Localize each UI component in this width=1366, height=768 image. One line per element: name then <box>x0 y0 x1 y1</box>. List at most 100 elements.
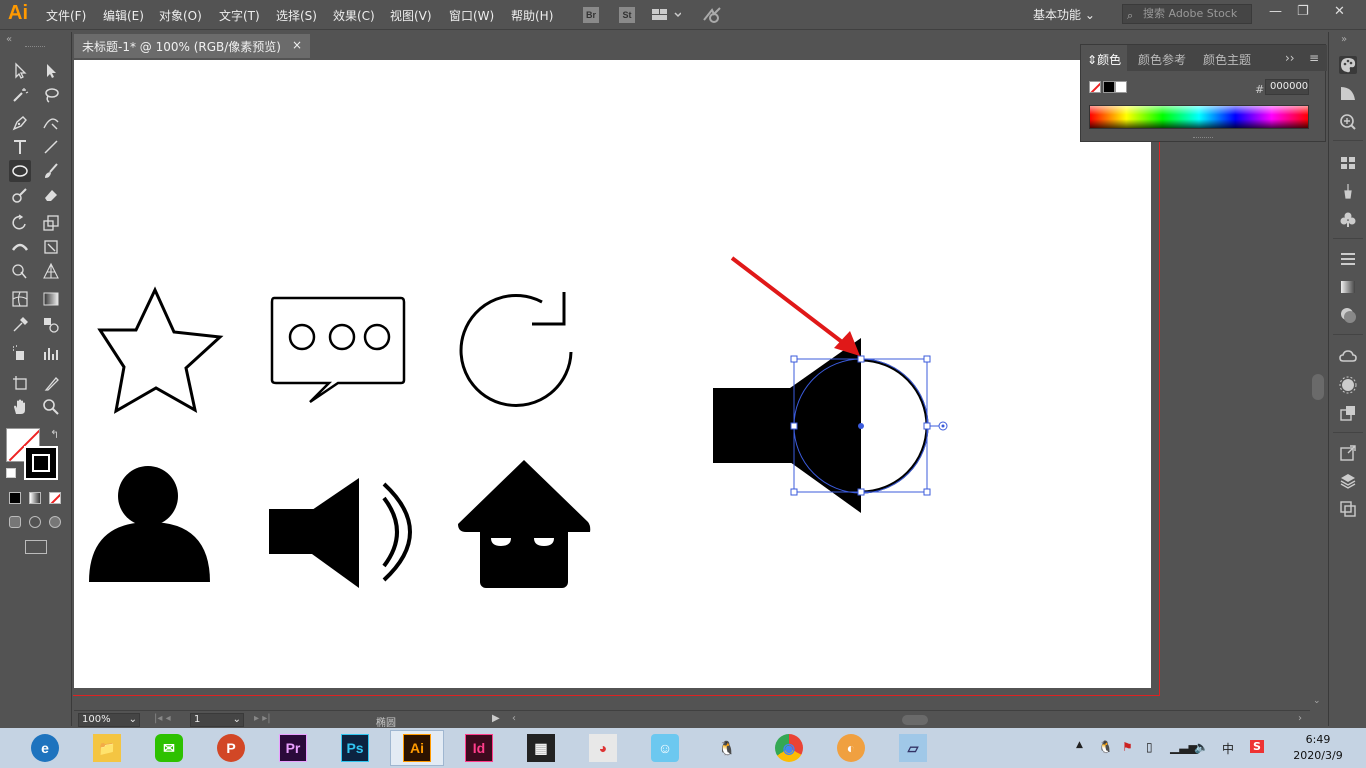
vertical-scrollbar[interactable]: ⌄ <box>1310 58 1326 710</box>
taskbar-indesign[interactable]: Id <box>452 730 506 766</box>
tray-flag-icon[interactable]: ⚑ <box>1122 740 1133 754</box>
pen-tool-icon[interactable] <box>9 112 31 134</box>
draw-normal-icon[interactable] <box>9 516 21 528</box>
gradient-panel-icon[interactable] <box>1339 278 1357 296</box>
vertical-scroll-thumb[interactable] <box>1312 374 1324 400</box>
tray-expand-icon[interactable]: ▲ <box>1076 740 1083 750</box>
zoom-select[interactable]: 100% ⌄ <box>78 713 140 727</box>
menu-object[interactable]: 对象(O) <box>159 7 202 24</box>
swap-fill-stroke-icon[interactable]: ↰ <box>50 428 59 441</box>
toolbox-grip[interactable] <box>25 46 45 48</box>
artboards-panel-icon[interactable] <box>1339 500 1357 518</box>
horizontal-scrollbar[interactable]: ‹ › <box>512 713 1302 727</box>
tray-sogou-icon[interactable]: S <box>1250 740 1264 753</box>
eraser-tool-icon[interactable] <box>40 184 62 206</box>
taskbar-chrome[interactable]: ◉ <box>762 730 816 766</box>
selection-tool-icon[interactable] <box>9 60 31 82</box>
color-guide-icon[interactable] <box>1339 84 1357 102</box>
tray-ime-icon[interactable]: 中 <box>1222 740 1234 757</box>
line-tool-icon[interactable] <box>40 136 62 158</box>
taskbar-tool3[interactable]: ◐ <box>824 730 878 766</box>
ellipse-tool-icon[interactable] <box>9 160 31 182</box>
swatches-icon[interactable] <box>1339 154 1357 172</box>
panel-expand-icon[interactable]: ›› <box>1285 51 1295 65</box>
taskbar-wechat[interactable]: ✉ <box>142 730 196 766</box>
panel-resize-grip[interactable] <box>1193 137 1213 138</box>
scroll-left-icon[interactable]: ‹ <box>512 713 516 724</box>
taskbar-photoshop[interactable]: Ps <box>328 730 382 766</box>
rotate-tool-icon[interactable] <box>9 212 31 234</box>
menu-edit[interactable]: 编辑(E) <box>103 7 144 24</box>
none-mode-icon[interactable] <box>49 492 61 504</box>
menu-file[interactable]: 文件(F) <box>46 7 86 24</box>
eyedropper-tool-icon[interactable] <box>9 314 31 336</box>
layers-icon[interactable] <box>1339 472 1357 490</box>
width-tool-icon[interactable] <box>9 236 31 258</box>
taskbar-premiere[interactable]: Pr <box>266 730 320 766</box>
taskbar-edge[interactable]: e <box>18 730 72 766</box>
panel-menu-icon[interactable]: ≡ <box>1309 51 1319 65</box>
symbols-icon[interactable] <box>1339 210 1357 228</box>
paintbrush-tool-icon[interactable] <box>40 160 62 182</box>
screen-mode-icon[interactable] <box>25 540 47 554</box>
menu-type[interactable]: 文字(T) <box>219 7 260 24</box>
color-spectrum[interactable] <box>1089 105 1309 129</box>
workspace-switcher[interactable]: 基本功能 ⌄ <box>1033 6 1095 23</box>
taskbar-illustrator[interactable]: Ai <box>390 730 444 766</box>
document-close-icon[interactable]: × <box>292 38 302 52</box>
tab-color[interactable]: ⇕颜色 <box>1087 51 1121 68</box>
color-black-swatch[interactable] <box>1103 81 1115 93</box>
scale-tool-icon[interactable] <box>40 212 62 234</box>
tray-device-icon[interactable]: ▯ <box>1146 740 1153 754</box>
artboard-nav-next-last-icon[interactable]: ▸ ▸| <box>254 713 271 724</box>
scroll-down-icon[interactable]: ⌄ <box>1313 696 1321 706</box>
tray-volume-icon[interactable]: 🔈 <box>1194 740 1209 754</box>
export-assets-icon[interactable] <box>1339 444 1357 462</box>
lasso-tool-icon[interactable] <box>40 84 62 106</box>
color-panel-icon[interactable] <box>1339 56 1357 74</box>
dock-collapse-icon[interactable]: » <box>1341 34 1347 45</box>
magic-wand-tool-icon[interactable] <box>9 84 31 106</box>
document-tab[interactable]: 未标题-1* @ 100% (RGB/像素预览) × <box>74 34 310 58</box>
taskbar-explorer[interactable]: 📁 <box>80 730 134 766</box>
hex-input[interactable]: 000000 <box>1265 79 1309 95</box>
graphic-styles-icon[interactable] <box>1339 404 1357 422</box>
taskbar-powerpoint[interactable]: P <box>204 730 258 766</box>
horizontal-scroll-thumb[interactable] <box>902 715 928 725</box>
blend-tool-icon[interactable] <box>40 314 62 336</box>
tab-color-guide[interactable]: 颜色参考 <box>1138 51 1186 68</box>
menu-window[interactable]: 窗口(W) <box>449 7 494 24</box>
shaper-tool-icon[interactable] <box>9 184 31 206</box>
menu-select[interactable]: 选择(S) <box>276 7 317 24</box>
zoom-tool-icon[interactable] <box>40 396 62 418</box>
mesh-tool-icon[interactable] <box>9 288 31 310</box>
gradient-mode-icon[interactable] <box>29 492 41 504</box>
close-button[interactable]: ✕ <box>1334 4 1345 19</box>
gpu-performance-icon[interactable] <box>702 6 722 27</box>
menu-help[interactable]: 帮助(H) <box>511 7 553 24</box>
toolbox-collapse-icon[interactable]: « <box>6 34 12 45</box>
color-mode-icon[interactable] <box>9 492 21 504</box>
system-clock[interactable]: 6:49 2020/3/9 <box>1290 732 1346 764</box>
hand-tool-icon[interactable] <box>9 396 31 418</box>
artboard-tool-icon[interactable] <box>9 372 31 394</box>
brushes-icon[interactable] <box>1339 182 1357 200</box>
arrange-documents-icon[interactable] <box>651 7 682 26</box>
taskbar-video[interactable]: ▦ <box>514 730 568 766</box>
column-graph-tool-icon[interactable] <box>40 342 62 364</box>
status-menu-icon[interactable]: ▶ <box>492 713 500 724</box>
restore-button[interactable]: ❐ <box>1297 4 1309 19</box>
perspective-grid-tool-icon[interactable] <box>40 260 62 282</box>
artboard-nav-first-prev-icon[interactable]: |◂ ◂ <box>154 713 171 724</box>
cc-libraries-icon[interactable] <box>1339 348 1357 366</box>
color-none-swatch[interactable] <box>1089 81 1101 93</box>
draw-inside-icon[interactable] <box>49 516 61 528</box>
curvature-tool-icon[interactable] <box>40 112 62 134</box>
canvas-area[interactable] <box>73 58 1310 710</box>
stock-search-input[interactable]: ⌕ 搜索 Adobe Stock <box>1122 4 1252 24</box>
draw-behind-icon[interactable] <box>29 516 41 528</box>
shape-builder-tool-icon[interactable] <box>9 260 31 282</box>
slice-tool-icon[interactable] <box>40 372 62 394</box>
scroll-right-icon[interactable]: › <box>1298 713 1302 724</box>
free-transform-tool-icon[interactable] <box>40 236 62 258</box>
